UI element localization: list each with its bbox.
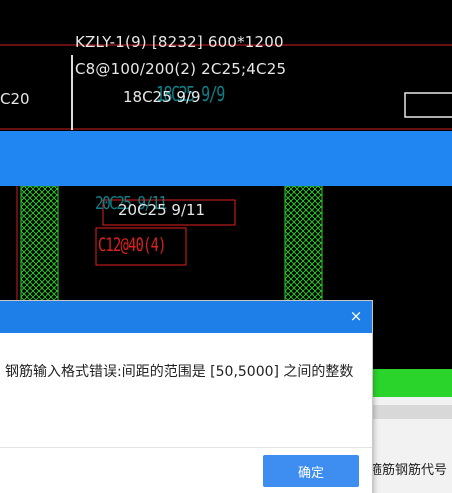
close-icon[interactable]: × — [346, 306, 366, 326]
error-dialog: × 钢筋输入格式错误:间距的范围是 [50,5000] 之间的整数 确定 — [0, 300, 373, 493]
dialog-divider — [0, 447, 372, 448]
beam-label-name[interactable]: KZLY-1(9) [8232] 600*1200 — [75, 33, 284, 51]
selected-rebar-label[interactable]: 20C25 9/11 — [118, 201, 205, 219]
error-message: 钢筋输入格式错误:间距的范围是 [50,5000] 之间的整数 — [5, 364, 354, 380]
side-table-header-clip: 箍筋钢筋代号 — [372, 0, 452, 493]
left-rebar-label[interactable]: C20 — [0, 90, 30, 108]
beam-label-stirrup[interactable]: C8@100/200(2) 2C25;4C25 — [75, 60, 286, 78]
selected-stirrup-label[interactable]: C12@40(4) — [98, 234, 166, 256]
ok-button[interactable]: 确定 — [263, 455, 359, 487]
column-header-stirrup-code[interactable]: 箍筋钢筋代号 — [372, 459, 447, 478]
beam-label-rebar[interactable]: 18C25 9/9 — [123, 88, 201, 106]
dialog-title-bar[interactable]: × — [0, 301, 372, 333]
